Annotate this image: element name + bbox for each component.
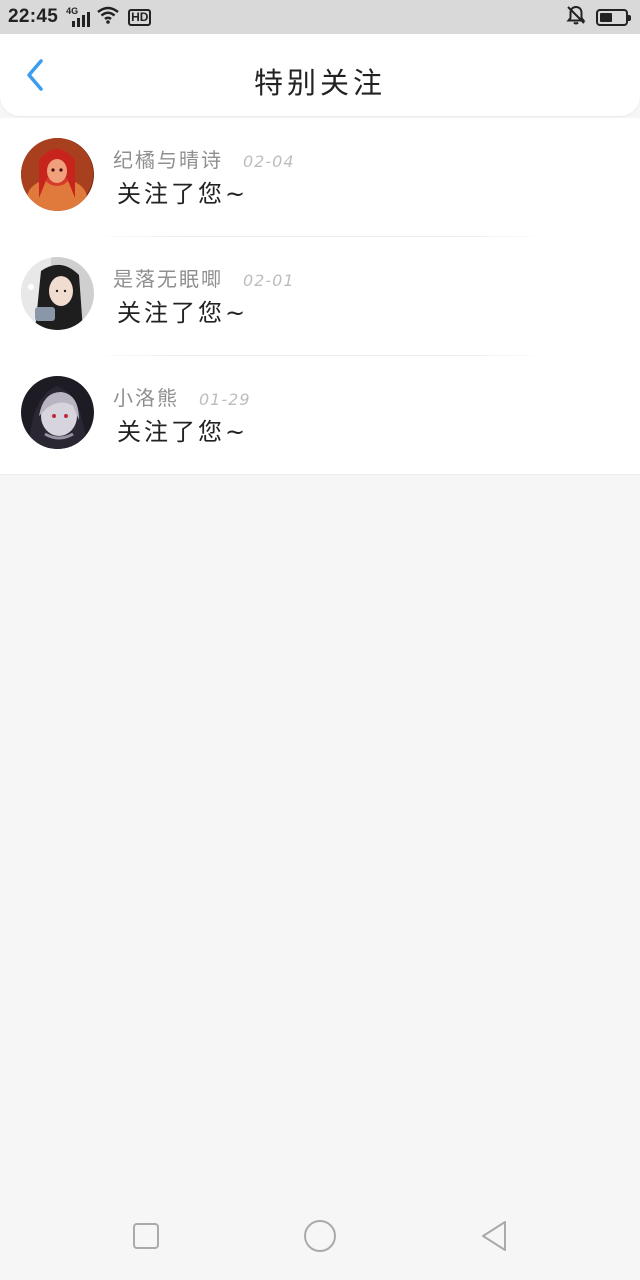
name-row: 纪橘与晴诗 02-04 [113,144,295,173]
status-bar-left: 22:45 4G HD [8,6,152,28]
list-item[interactable]: 小洛熊 01-29 关注了您~ [0,356,640,475]
username[interactable]: 纪橘与晴诗 [113,144,223,173]
avatar[interactable] [21,138,94,211]
bell-mute-icon [566,5,586,29]
status-bar: 22:45 4G HD [0,0,640,34]
message: 关注了您~ [117,180,249,208]
status-bar-right [566,5,632,29]
message: 关注了您~ [117,418,249,446]
nav-back-button[interactable] [472,1216,516,1260]
date: 02-04 [243,152,295,171]
clock: 22:45 [8,6,59,27]
recent-apps-button[interactable] [124,1216,168,1260]
name-row: 是落无眠唧 02-01 [113,263,295,292]
list-item[interactable]: 纪橘与晴诗 02-04 关注了您~ [0,118,640,237]
battery-level [600,12,612,22]
page-title: 特别关注 [253,66,386,100]
battery-icon [596,8,631,26]
cellular-signal-icon: 4G [66,6,91,27]
system-navigation-bar [0,1196,640,1280]
square-icon [132,1222,160,1254]
date: 02-01 [243,271,295,290]
divider [0,474,640,475]
name-row: 小洛熊 01-29 [113,382,251,411]
list-item[interactable]: 是落无眠唧 02-01 关注了您~ [0,237,640,356]
header: 特别关注 [0,34,640,116]
hd-badge: HD [128,8,152,26]
wifi-icon [96,6,120,28]
username[interactable]: 是落无眠唧 [113,263,223,292]
message: 关注了您~ [117,299,249,327]
avatar[interactable] [21,376,94,449]
follow-notification-list: 纪橘与晴诗 02-04 关注了您~ 是落无眠唧 02-01 关注了您~ 小洛熊 … [0,118,640,475]
username[interactable]: 小洛熊 [113,382,179,411]
avatar[interactable] [21,257,94,330]
circle-icon [303,1219,337,1257]
date: 01-29 [199,390,251,409]
home-button[interactable] [298,1216,342,1260]
triangle-left-icon [479,1220,509,1256]
